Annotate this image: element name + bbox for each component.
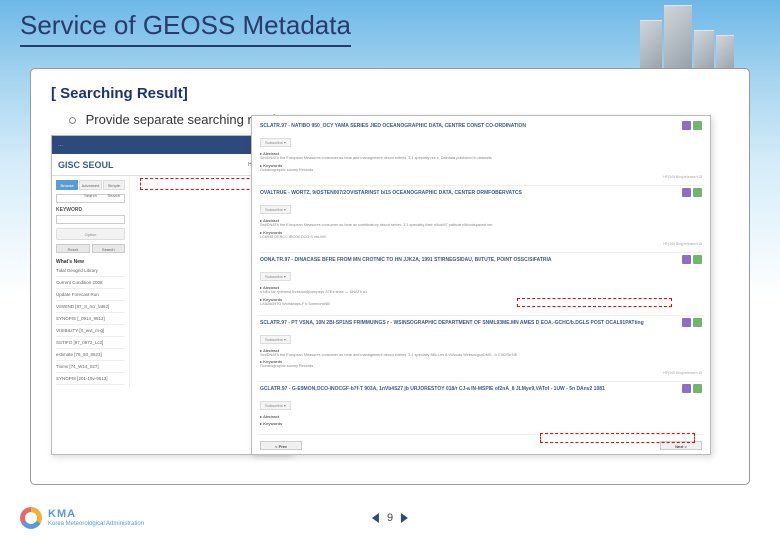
option-panel: Option: [56, 228, 125, 240]
mini-input-2: [56, 215, 125, 224]
news-item: SSTIFO [97_0672_Lc2]: [56, 337, 125, 349]
highlight-box-3: [540, 433, 695, 443]
section-heading: [ Searching Result]: [51, 85, 729, 102]
result-item: GCLATR.97 - G-E9MON,OCO-INOCGF-b7f-T 903…: [258, 382, 704, 435]
bullet-icon: [69, 117, 76, 124]
abstract-text: Set/DNATh the European Measures consumer…: [260, 353, 702, 358]
action-icon: [682, 318, 691, 327]
result-item: SCLATR.97 - NATIBO 950_OCY YAMA SERIES J…: [258, 119, 704, 186]
news-item: Tinms [74_W14_027]: [56, 361, 125, 373]
tab-browse: Browse: [56, 180, 78, 190]
news-item: Tidal Geogrid Library: [56, 265, 125, 277]
result-title: SCLATR.97 - NATIBO 950_OCY YAMA SERIES J…: [260, 123, 702, 129]
result-title: OVALTRUE - WORTZ, 9/OSTEN007/2OVISTARINS…: [260, 190, 702, 196]
gisc-logo: GISC SEOUL: [58, 160, 114, 170]
abstract-text: s NEs far r(newest threshold(compsys STE…: [260, 290, 702, 295]
page-number: 9: [372, 512, 408, 524]
keywords-text: Oceanographic survey Records: [260, 168, 702, 173]
page-footer: KMA Korea Meteorological Administration …: [0, 504, 780, 532]
prev-button: < Prev: [260, 441, 302, 450]
action-icon: [693, 255, 702, 264]
news-item: Update Forecast Run: [56, 289, 125, 301]
result-icons: [682, 318, 702, 327]
result-item: OVALTRUE - WORTZ, 9/OSTEN007/2OVISTARINS…: [258, 186, 704, 253]
action-icon: [682, 121, 691, 130]
kma-logo: KMA Korea Meteorological Administration: [20, 507, 144, 529]
keywords-label: ▸ Keywords: [260, 421, 702, 426]
result-title: SCLATR.97 - PT VSNA, 10N 2BI-SP1NS FRIMM…: [260, 320, 702, 326]
keyword-label: KEYWORD: [56, 207, 125, 213]
action-icon: [693, 121, 702, 130]
triangle-left-icon: [372, 513, 379, 523]
subscribe-badge: Subscribe ▾: [260, 205, 291, 214]
mini-sidebar: Browse Advanced Search Simple Search KEY…: [52, 176, 130, 389]
screenshot-results: SCLATR.97 - NATIBO 950_OCY YAMA SERIES J…: [251, 115, 711, 455]
action-icon: [693, 384, 702, 393]
result-hits: HP(349 Bing/release/v15: [663, 371, 702, 375]
highlight-box-2: [517, 298, 672, 307]
news-item: estimate [78_93_8523]: [56, 349, 125, 361]
result-icons: [682, 384, 702, 393]
action-icon: [682, 255, 691, 264]
action-icon: [693, 318, 702, 327]
result-hits: HP(349 Bing/release/v15: [663, 175, 702, 179]
page-num: 9: [387, 512, 393, 524]
tab-simple: Simple Search: [103, 180, 125, 190]
result-icons: [682, 121, 702, 130]
slide-title: Service of GEOSS Metadata: [20, 10, 351, 47]
result-icons: [682, 255, 702, 264]
subscribe-badge: Subscribe ▾: [260, 138, 291, 147]
results-list: SCLATR.97 - NATIBO 950_OCY YAMA SERIES J…: [252, 116, 710, 438]
kma-logo-icon: [20, 507, 42, 529]
subscribe-badge: Subscribe ▾: [260, 272, 291, 281]
result-hits: HP(349 Bing/release/v15: [663, 242, 702, 246]
kma-logo-sub: Korea Meteorological Administration: [48, 521, 144, 528]
news-item: VSWIND [87_S_ncr_lat62]: [56, 301, 125, 313]
search-button: Search: [92, 244, 126, 253]
abstract-text: Set/DNATh the European Measures consumer…: [260, 156, 702, 161]
news-item: SYNOPIS [_0914_9512]: [56, 313, 125, 325]
keywords-text: LC6938 DERCC IBCGEOCO S net.M9: [260, 235, 702, 240]
kma-logo-main: KMA: [48, 508, 144, 521]
news-item: VISIBILITY [rt_wvt_m-g]: [56, 325, 125, 337]
reset-button: Reset: [56, 244, 90, 253]
abstract-label: ▸ Abstract: [260, 414, 702, 419]
triangle-right-icon: [401, 513, 408, 523]
result-icons: [682, 188, 702, 197]
action-icon: [682, 188, 691, 197]
subscribe-badge: Subscribe ▾: [260, 335, 291, 344]
news-item: SYNOPIS [201-19v-9513]: [56, 373, 125, 385]
keywords-text: Oceanographic survey Records: [260, 364, 702, 369]
content-panel: [ Searching Result] Provide separate sea…: [30, 68, 750, 485]
subscribe-badge: Subscribe ▾: [260, 401, 291, 410]
result-title: GCLATR.97 - G-E9MON,OCO-INOCGF-b7f-T 903…: [260, 386, 702, 392]
action-icon: [693, 188, 702, 197]
news-item: Current Condition 2008: [56, 277, 125, 289]
result-title: OONA.TR.97 - DINACASE BFRE FROM MN CROTN…: [260, 257, 702, 263]
screenshot-stack: … GISC SEOUL Home Register Browse Advanc…: [51, 135, 729, 455]
tab-advanced: Advanced Search: [79, 180, 101, 190]
result-item: SCLATR.97 - PT VSNA, 10N 2BI-SP1NS FRIMM…: [258, 316, 704, 383]
action-icon: [682, 384, 691, 393]
abstract-text: Set/DNATh the European Measures consumer…: [260, 223, 702, 228]
